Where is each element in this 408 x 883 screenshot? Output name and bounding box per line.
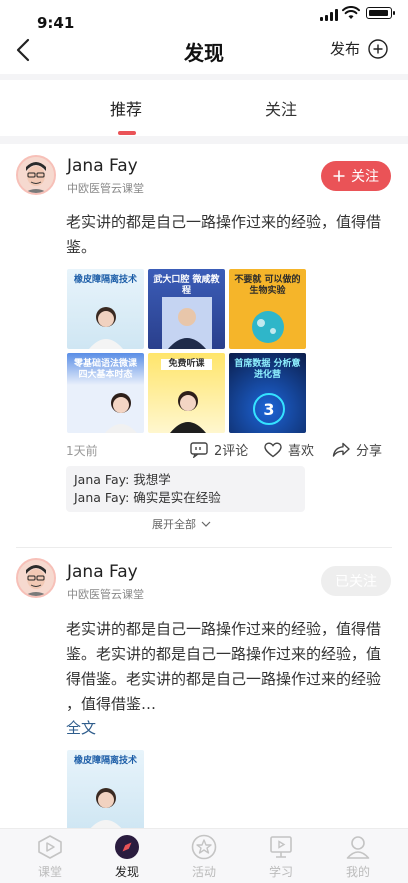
avatar[interactable]: [16, 558, 56, 598]
avatar-illustration: [18, 560, 54, 596]
bottom-nav: 课堂 发现 活动 学习 我的: [0, 828, 408, 883]
status-bar: 9:41: [0, 0, 408, 32]
nav-label: 课堂: [37, 865, 62, 879]
share-icon: [332, 442, 350, 457]
publish-label: 发布: [330, 40, 361, 58]
discover-icon: [115, 835, 139, 859]
image-grid: 橡皮障隔离技术 武大口腔 微咸教程 不要就 可以做的 生物实验 零基础语法微课 …: [67, 269, 307, 433]
nav-label: 活动: [191, 865, 216, 879]
activity-icon: [191, 834, 217, 860]
person-photo: [89, 788, 123, 830]
nav-label: 发现: [114, 865, 139, 879]
thumbnail-title: 零基础语法微课 四大基本时态: [73, 359, 137, 380]
person-photo: [162, 297, 212, 349]
classroom-icon: [38, 835, 62, 859]
person-photo: [89, 307, 123, 349]
share-button[interactable]: 分享: [332, 440, 382, 459]
tabs-divider: [0, 136, 408, 144]
author-org: 中欧医管云课堂: [67, 182, 144, 195]
expand-all-button[interactable]: 展开全部: [152, 516, 211, 532]
avatar[interactable]: [16, 155, 56, 195]
svg-text:3: 3: [263, 400, 274, 419]
time-ago: 1天前: [66, 444, 98, 458]
signal-icon: [320, 9, 338, 21]
course-thumbnail[interactable]: 橡皮障隔离技术: [67, 750, 144, 830]
thumbnail-title: 武大口腔 微咸教程: [153, 275, 220, 296]
course-thumbnail[interactable]: 首席数据 分析意进化营 3: [229, 353, 306, 433]
expand-all-label: 展开全部: [152, 518, 196, 531]
post-text: 老实讲的都是自己一路操作过来的经验，值得借 鉴。老实讲的都是自己一路操作过来的经…: [66, 617, 392, 717]
plus-icon: [333, 170, 345, 182]
course-thumbnail[interactable]: 免费听课: [148, 353, 225, 433]
comment-item[interactable]: Jana Fay: 我想学: [74, 471, 297, 489]
comments-box: Jana Fay: 我想学 Jana Fay: 确实是实在经验: [66, 466, 305, 512]
course-thumbnail[interactable]: 橡皮障隔离技术: [67, 269, 144, 349]
post-meta: 1天前 2评论 喜欢 分享: [66, 440, 392, 460]
course-thumbnail[interactable]: 不要就 可以做的 生物实验: [229, 269, 306, 349]
course-thumbnail[interactable]: 武大口腔 微咸教程: [148, 269, 225, 349]
share-label: 分享: [356, 444, 383, 459]
back-button[interactable]: [12, 36, 36, 64]
chevron-down-icon: [201, 521, 211, 527]
like-label: 喜欢: [288, 444, 315, 459]
science-illustration: [252, 311, 284, 343]
tab-bar: 推荐 关注: [0, 80, 408, 135]
comment-item[interactable]: Jana Fay: 确实是实在经验: [74, 489, 297, 507]
like-button[interactable]: 喜欢: [264, 440, 314, 459]
course-thumbnail[interactable]: 零基础语法微课 四大基本时态: [67, 353, 144, 433]
tab-follow[interactable]: 关注: [265, 96, 297, 120]
chart-illustration: 3: [253, 393, 285, 425]
plus-circle-icon: [368, 38, 388, 59]
chevron-left-icon: [16, 38, 30, 62]
comment-icon: [190, 441, 208, 458]
post-divider: [16, 547, 392, 548]
author-org: 中欧医管云课堂: [67, 588, 144, 601]
post-text-line: ，值得借鉴…: [66, 695, 157, 713]
author-name[interactable]: Jana Fay: [67, 156, 138, 176]
study-icon: [270, 836, 292, 858]
follow-label: 关注: [351, 169, 379, 185]
battery-icon: [366, 7, 395, 19]
full-text-link[interactable]: 全文: [66, 717, 96, 738]
header: 发现 发布: [0, 30, 408, 72]
publish-button[interactable]: 发布: [330, 38, 388, 59]
wifi-icon: [342, 6, 360, 19]
profile-icon: [346, 836, 370, 859]
heart-icon: [264, 441, 282, 457]
author-name[interactable]: Jana Fay: [67, 562, 138, 582]
tab-recommend[interactable]: 推荐: [110, 96, 142, 120]
thumbnail-title: 橡皮障隔离技术: [73, 756, 137, 766]
nav-item-profile[interactable]: 我的: [328, 833, 388, 880]
nav-label: 我的: [345, 865, 370, 879]
nav-label: 学习: [268, 865, 293, 879]
comment-button[interactable]: 2评论: [190, 440, 248, 459]
avatar-illustration: [18, 157, 54, 193]
follow-button[interactable]: 关注: [321, 161, 391, 191]
nav-item-study[interactable]: 学习: [251, 833, 311, 880]
thumbnail-title: 免费听课: [161, 359, 212, 370]
tab-indicator: [118, 131, 136, 135]
followed-label: 已关注: [335, 574, 377, 590]
post-text-line: 得借鉴。老实讲的都是自己一路操作过来的经验: [66, 670, 382, 688]
image-grid: 橡皮障隔离技术: [67, 750, 307, 830]
thumbnail-title: 不要就 可以做的 生物实验: [234, 275, 301, 296]
thumbnail-title: 首席数据 分析意进化营: [234, 359, 301, 380]
nav-item-activity[interactable]: 活动: [174, 833, 234, 880]
nav-item-discover[interactable]: 发现: [97, 833, 157, 880]
person-photo: [105, 393, 137, 433]
post-text-line: 老实讲的都是自己一路操作过来的经验，值得借: [66, 620, 382, 638]
post-text-line: 鉴。老实讲的都是自己一路操作过来的经验，值: [66, 645, 382, 663]
person-photo: [170, 391, 206, 433]
nav-item-classroom[interactable]: 课堂: [20, 833, 80, 880]
post-text: 老实讲的都是自己一路操作过来的经验，值得借鉴。: [66, 213, 382, 256]
comment-count: 2评论: [214, 444, 249, 459]
followed-button[interactable]: 已关注: [321, 566, 391, 596]
thumbnail-title: 橡皮障隔离技术: [73, 275, 137, 285]
